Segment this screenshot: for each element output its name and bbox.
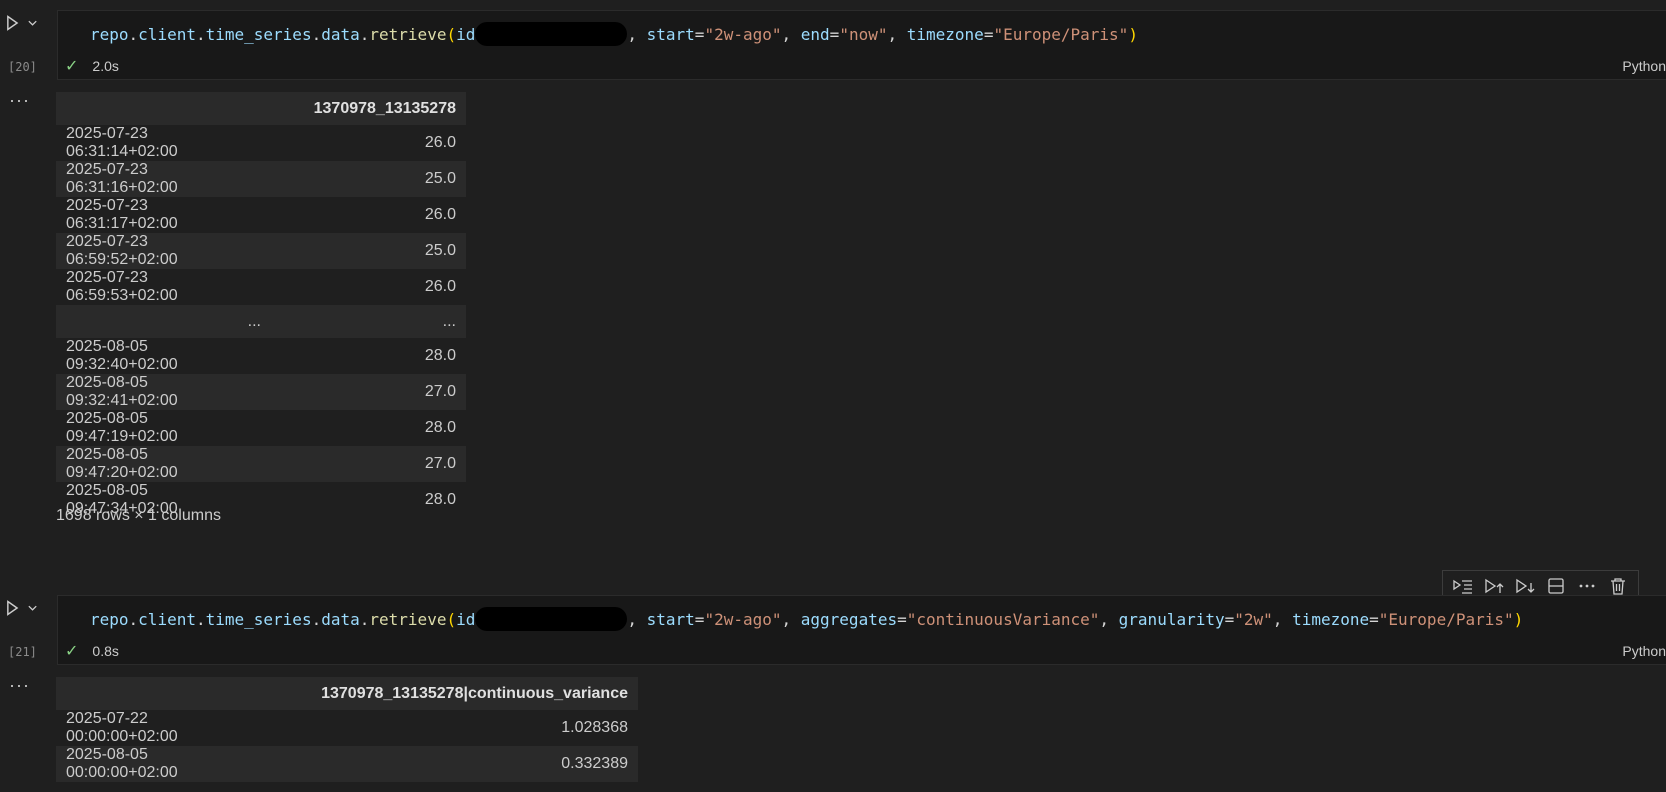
table-cell-value: 26.0 xyxy=(271,269,466,305)
table-cell-value: 0.332389 xyxy=(271,746,638,782)
table-cell-value: 27.0 xyxy=(271,446,466,482)
delete-cell-icon xyxy=(1611,578,1626,595)
table-summary: 1698 rows × 1 columns xyxy=(56,507,221,524)
more-actions-icon xyxy=(1579,584,1595,588)
table-row-index: 2025-07-23 06:59:53+02:00 xyxy=(56,269,271,305)
table-row: 2025-07-22 00:00:00+02:00 1.028368 xyxy=(56,710,638,746)
table-cell-value: 28.0 xyxy=(271,338,466,374)
execution-count: [20] xyxy=(8,60,37,74)
output-more-icon[interactable]: ··· xyxy=(9,90,30,111)
code-line[interactable]: repo.client.time_series.data.retrieve(id… xyxy=(90,21,1138,46)
notebook-cell-21: [21] repo.client.time_series.data.retrie… xyxy=(0,595,1666,792)
check-icon: ✓ xyxy=(65,58,79,75)
table-row-index: 2025-08-05 09:32:40+02:00 xyxy=(56,338,271,374)
run-cell-button[interactable] xyxy=(6,595,38,621)
table-header-index xyxy=(56,677,271,710)
execution-status: ✓ 2.0s xyxy=(65,56,119,76)
table-cell-value: 28.0 xyxy=(271,410,466,446)
table-row-index: 2025-07-23 06:31:14+02:00 xyxy=(56,125,271,161)
language-label[interactable]: Python xyxy=(1622,58,1666,74)
code-line[interactable]: repo.client.time_series.data.retrieve(id… xyxy=(90,606,1523,631)
chevron-down-icon[interactable] xyxy=(27,18,38,28)
chevron-down-icon[interactable] xyxy=(27,603,38,613)
code-editor[interactable]: repo.client.time_series.data.retrieve(id… xyxy=(57,595,1666,665)
dataframe-table: 1370978_13135278 2025-07-23 06:31:14+02:… xyxy=(56,92,466,518)
run-by-line-icon xyxy=(1452,579,1472,594)
language-label[interactable]: Python xyxy=(1622,643,1666,659)
table-row-index: ... xyxy=(56,305,271,338)
table-row: 2025-08-05 09:47:19+02:00 28.0 xyxy=(56,410,466,446)
redacted-region xyxy=(475,21,628,46)
table-header-column: 1370978_13135278 xyxy=(271,92,466,125)
run-cell-button[interactable] xyxy=(6,10,38,36)
check-icon: ✓ xyxy=(65,643,79,660)
table-row: 2025-07-23 06:31:17+02:00 26.0 xyxy=(56,197,466,233)
table-row: 2025-07-23 06:59:52+02:00 25.0 xyxy=(56,233,466,269)
dataframe-table: 1370978_13135278|continuous_variance 202… xyxy=(56,677,638,782)
table-row-index: 2025-07-23 06:31:16+02:00 xyxy=(56,161,271,197)
table-row: ...... xyxy=(56,305,466,338)
table-header-index xyxy=(56,92,271,125)
table-cell-value: 26.0 xyxy=(271,197,466,233)
table-cell-value: 1.028368 xyxy=(271,710,638,746)
table-row: 2025-07-23 06:59:53+02:00 26.0 xyxy=(56,269,466,305)
table-row: 2025-08-05 09:32:40+02:00 28.0 xyxy=(56,338,466,374)
execution-duration: 2.0s xyxy=(92,58,119,74)
table-row: 2025-08-05 00:00:00+02:00 0.332389 xyxy=(56,746,638,782)
table-row-index: 2025-08-05 09:47:20+02:00 xyxy=(56,446,271,482)
play-icon xyxy=(7,15,19,31)
table-cell-value: 27.0 xyxy=(271,374,466,410)
execute-below-icon xyxy=(1516,578,1535,594)
execution-duration: 0.8s xyxy=(92,643,119,659)
table-row-index: 2025-07-23 06:59:52+02:00 xyxy=(56,233,271,269)
table-header-column: 1370978_13135278|continuous_variance xyxy=(271,677,638,710)
table-cell-value: ... xyxy=(271,305,466,338)
table-row: 2025-07-23 06:31:16+02:00 25.0 xyxy=(56,161,466,197)
table-row-index: 2025-07-22 00:00:00+02:00 xyxy=(56,710,271,746)
table-row: 2025-07-23 06:31:14+02:00 26.0 xyxy=(56,125,466,161)
execution-status: ✓ 0.8s xyxy=(65,641,119,661)
output-more-icon[interactable]: ··· xyxy=(9,675,30,696)
table-row-index: 2025-08-05 00:00:00+02:00 xyxy=(56,746,271,782)
execute-above-icon xyxy=(1485,578,1504,594)
play-icon xyxy=(7,600,19,616)
table-cell-value: 28.0 xyxy=(271,482,466,518)
redacted-region xyxy=(475,606,628,631)
table-header-row: 1370978_13135278 xyxy=(56,92,466,125)
table-cell-value: 25.0 xyxy=(271,161,466,197)
execution-count: [21] xyxy=(8,645,37,659)
table-row-index: 2025-08-05 09:47:19+02:00 xyxy=(56,410,271,446)
table-row: 2025-08-05 09:32:41+02:00 27.0 xyxy=(56,374,466,410)
table-row-index: 2025-07-23 06:31:17+02:00 xyxy=(56,197,271,233)
code-editor[interactable]: repo.client.time_series.data.retrieve(id… xyxy=(57,10,1666,80)
notebook-cell-20: [20] repo.client.time_series.data.retrie… xyxy=(0,0,1666,560)
table-cell-value: 25.0 xyxy=(271,233,466,269)
table-header-row: 1370978_13135278|continuous_variance xyxy=(56,677,638,710)
table-row: 2025-08-05 09:47:20+02:00 27.0 xyxy=(56,446,466,482)
table-cell-value: 26.0 xyxy=(271,125,466,161)
table-row-index: 2025-08-05 09:32:41+02:00 xyxy=(56,374,271,410)
split-cell-icon xyxy=(1548,578,1564,594)
